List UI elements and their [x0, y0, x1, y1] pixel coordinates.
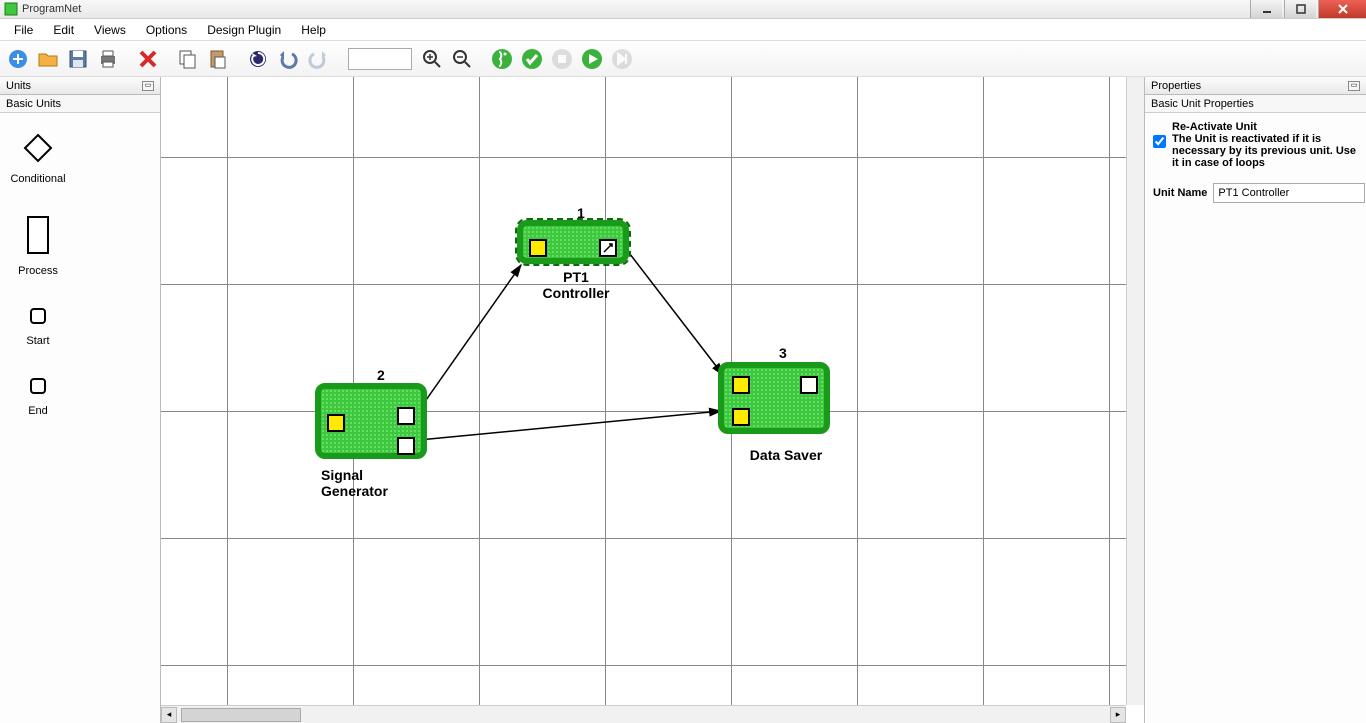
connection: [419, 265, 521, 410]
zoom-in-button[interactable]: [418, 45, 446, 73]
node-label: Signal Generator: [321, 467, 441, 499]
left-panel-title: Units: [6, 80, 31, 92]
node-signal-generator[interactable]: [315, 383, 427, 459]
menu-bar: File Edit Views Options Design Plugin He…: [0, 19, 1366, 41]
canvas-grid[interactable]: 1 PT1 Controller 2 Signal Generator 3: [161, 77, 1126, 705]
connection: [419, 411, 721, 440]
node-label: PT1 Controller: [521, 269, 631, 301]
left-panel-header: Units ▭: [0, 77, 160, 95]
palette-process[interactable]: Process: [8, 215, 68, 277]
unit-name-property: Unit Name: [1153, 183, 1358, 203]
close-button[interactable]: [1318, 0, 1366, 18]
unit-name-label: Unit Name: [1153, 187, 1207, 199]
app-icon: [4, 2, 18, 16]
vertical-scrollbar[interactable]: [1126, 77, 1144, 705]
node-port-in[interactable]: [732, 408, 750, 426]
diamond-icon: [23, 133, 53, 163]
menu-design-plugin[interactable]: Design Plugin: [197, 21, 291, 39]
node-number: 2: [377, 367, 385, 383]
square-icon: [29, 307, 47, 325]
undock-icon[interactable]: ▭: [142, 81, 154, 91]
reactivate-text: Re-Activate Unit The Unit is reactivated…: [1172, 121, 1358, 169]
open-button[interactable]: [34, 45, 62, 73]
menu-views[interactable]: Views: [84, 21, 136, 39]
right-panel: Properties ▭ Basic Unit Properties Re-Ac…: [1144, 77, 1366, 723]
right-panel-subheader: Basic Unit Properties: [1145, 95, 1366, 113]
minimize-button[interactable]: [1250, 0, 1282, 18]
node-port-in[interactable]: [327, 414, 345, 432]
new-button[interactable]: [4, 45, 32, 73]
left-panel-subtitle: Basic Units: [6, 98, 61, 110]
redo-button[interactable]: [304, 45, 332, 73]
node-port-out[interactable]: [397, 407, 415, 425]
square-icon: [29, 377, 47, 395]
menu-edit[interactable]: Edit: [43, 21, 84, 39]
left-panel: Units ▭ Basic Units Conditional Process …: [0, 77, 161, 723]
node-port-in[interactable]: [529, 239, 547, 257]
node-number: 3: [779, 345, 787, 361]
palette-start[interactable]: Start: [8, 307, 68, 347]
menu-options[interactable]: Options: [136, 21, 197, 39]
reactivate-property: Re-Activate Unit The Unit is reactivated…: [1153, 121, 1358, 169]
properties-body: Re-Activate Unit The Unit is reactivated…: [1145, 113, 1366, 211]
save-button[interactable]: [64, 45, 92, 73]
palette-item-label: Process: [18, 265, 58, 277]
scroll-thumb[interactable]: [181, 708, 301, 722]
reactivate-desc: The Unit is reactivated if it is necessa…: [1172, 133, 1358, 169]
window-title: ProgramNet: [22, 3, 81, 15]
print-button[interactable]: [94, 45, 122, 73]
node-number: 1: [577, 205, 585, 221]
right-panel-header: Properties ▭: [1145, 77, 1366, 95]
palette-item-label: Start: [26, 335, 49, 347]
menu-help[interactable]: Help: [291, 21, 336, 39]
right-panel-title: Properties: [1151, 80, 1201, 92]
play-button[interactable]: [578, 45, 606, 73]
node-port-out[interactable]: [397, 437, 415, 455]
main-area: Units ▭ Basic Units Conditional Process …: [0, 77, 1366, 723]
window-controls: [1248, 0, 1366, 18]
node-port-out[interactable]: [599, 239, 617, 257]
reactivate-checkbox[interactable]: [1153, 135, 1166, 148]
canvas-area[interactable]: 1 PT1 Controller 2 Signal Generator 3: [161, 77, 1144, 723]
undo-button[interactable]: [274, 45, 302, 73]
maximize-button[interactable]: [1284, 0, 1316, 18]
left-panel-subheader: Basic Units: [0, 95, 160, 113]
zoom-out-button[interactable]: [448, 45, 476, 73]
unit-name-field[interactable]: [1213, 183, 1365, 203]
node-port-in[interactable]: [732, 376, 750, 394]
title-bar: ProgramNet: [0, 0, 1366, 19]
scroll-right-icon[interactable]: ▸: [1110, 707, 1126, 723]
palette-item-label: End: [28, 405, 48, 417]
reactivate-label: Re-Activate Unit: [1172, 121, 1358, 133]
stop-button[interactable]: [548, 45, 576, 73]
connection: [623, 245, 723, 375]
menu-file[interactable]: File: [4, 21, 43, 39]
scroll-left-icon[interactable]: ◂: [161, 707, 177, 723]
horizontal-scrollbar[interactable]: ◂ ▸: [161, 705, 1126, 723]
palette-item-label: Conditional: [10, 173, 65, 185]
undock-icon[interactable]: ▭: [1348, 81, 1360, 91]
node-pt1-controller[interactable]: [517, 220, 629, 264]
palette-conditional[interactable]: Conditional: [8, 133, 68, 185]
refresh-button[interactable]: [244, 45, 272, 73]
delete-button[interactable]: [134, 45, 162, 73]
connections-layer: [161, 77, 1121, 707]
paste-button[interactable]: [204, 45, 232, 73]
run-button[interactable]: [488, 45, 516, 73]
toolbar: [0, 41, 1366, 77]
node-port-out[interactable]: [800, 376, 818, 394]
node-data-saver[interactable]: [718, 362, 830, 434]
search-input[interactable]: [348, 48, 412, 70]
palette-end[interactable]: End: [8, 377, 68, 417]
copy-button[interactable]: [174, 45, 202, 73]
right-panel-subtitle: Basic Unit Properties: [1151, 98, 1254, 110]
palette: Conditional Process Start End: [0, 113, 160, 437]
step-button[interactable]: [608, 45, 636, 73]
validate-button[interactable]: [518, 45, 546, 73]
rect-tall-icon: [26, 215, 50, 255]
node-label: Data Saver: [726, 447, 846, 463]
